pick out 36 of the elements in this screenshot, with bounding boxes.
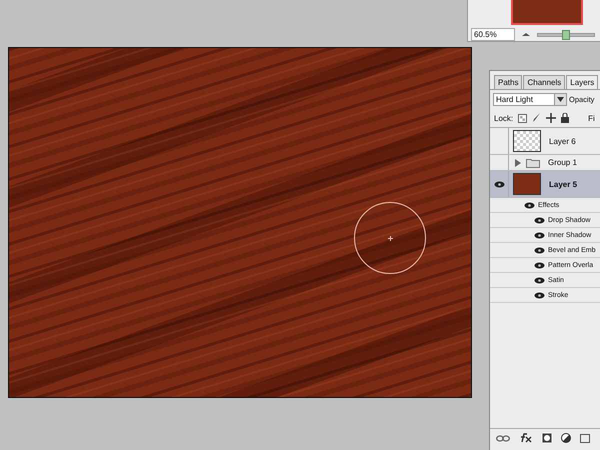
panel-tab[interactable]: Channels xyxy=(523,75,566,89)
adjustment-icon[interactable] xyxy=(561,433,571,443)
blend-mode-dropdown[interactable]: Hard Light xyxy=(493,93,567,106)
expand-triangle-icon[interactable] xyxy=(515,158,521,166)
brush-icon[interactable] xyxy=(532,113,542,123)
layer-name: Layer 5 xyxy=(549,180,578,188)
zoom-field[interactable]: 60.5% xyxy=(471,28,515,41)
eye-icon[interactable] xyxy=(534,292,545,298)
layer-style-icon[interactable] xyxy=(519,433,533,443)
layer-row[interactable]: Layer 5 xyxy=(490,171,600,198)
layer-name: Group 1 xyxy=(548,158,577,167)
layer-name: Layer 6 xyxy=(549,136,576,146)
panel-tab[interactable]: Paths xyxy=(494,75,522,89)
eye-icon[interactable] xyxy=(534,216,545,224)
link-icon[interactable] xyxy=(496,434,510,442)
eye-icon[interactable] xyxy=(534,246,545,254)
lock-transparency-icon[interactable] xyxy=(518,114,528,122)
mask-icon[interactable] xyxy=(542,433,552,443)
zoom-out-icon[interactable] xyxy=(521,32,531,38)
slider-thumb[interactable] xyxy=(562,30,570,40)
eye-icon[interactable] xyxy=(534,232,545,238)
brush-cursor-icon xyxy=(354,202,426,274)
folder-icon xyxy=(526,158,540,168)
eye-icon[interactable] xyxy=(534,276,545,284)
fill-label: Fi xyxy=(588,114,595,122)
lock-icon[interactable] xyxy=(561,113,570,123)
new-layer-icon[interactable] xyxy=(580,434,590,442)
navigator-thumbnail xyxy=(511,0,583,25)
caret-icon xyxy=(557,97,564,102)
eye-icon xyxy=(494,180,504,188)
layer-row[interactable]: Layer 6 xyxy=(490,128,600,155)
eye-icon[interactable] xyxy=(524,202,535,208)
move-icon[interactable] xyxy=(546,113,556,123)
panel-tab[interactable]: Layers xyxy=(566,75,598,89)
lock-label: Lock: xyxy=(494,114,514,122)
eye-icon[interactable] xyxy=(534,262,545,268)
